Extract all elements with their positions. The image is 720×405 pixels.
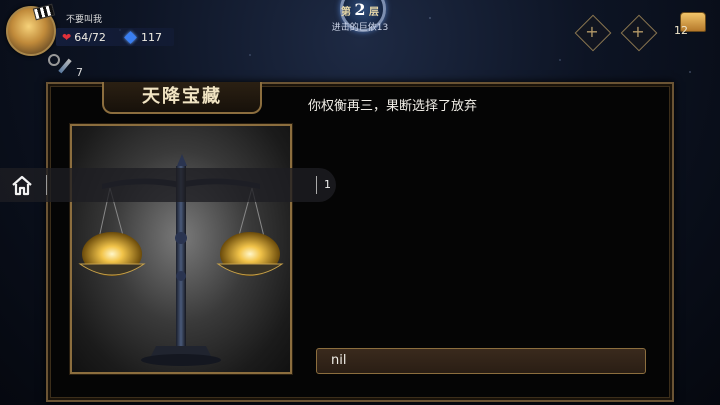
gear-icon[interactable] — [48, 54, 60, 66]
hp-stat: ❤ 64/72 — [62, 31, 106, 44]
mana-value: 117 — [141, 31, 162, 44]
treasure-button[interactable]: 12 — [668, 8, 718, 44]
event-title-plate: 天降宝藏 — [102, 82, 262, 114]
home-icon[interactable] — [10, 174, 34, 198]
floor-subtitle: 进击的巨依13 — [331, 23, 389, 33]
result-text: nil — [331, 353, 347, 368]
floor-number: 第 2 层 — [320, 0, 400, 19]
event-narration: 你权衡再三，果断选择了放弃 — [308, 99, 478, 114]
plus-icon: + — [631, 22, 645, 41]
player-name: 不要叫我 — [66, 15, 103, 25]
heart-icon: ❤ — [62, 31, 72, 44]
floor-suffix: 层 — [369, 7, 380, 18]
mana-crystal-icon — [124, 31, 137, 44]
floor-emblem: 第 2 层 进击的巨依13 — [320, 0, 400, 40]
result-bar[interactable]: nil — [316, 348, 646, 374]
player-header: 不要叫我 ❤ 64/72 117 — [0, 0, 180, 60]
floor-value: 2 — [354, 0, 366, 19]
text-cursor — [46, 175, 47, 195]
tab-count[interactable]: 1 — [324, 178, 331, 191]
event-illustration — [70, 124, 292, 374]
hp-value: 64/72 — [74, 31, 106, 44]
item-count: 7 — [76, 66, 83, 79]
balance-scale-icon — [78, 154, 284, 366]
mana-stat: 117 — [124, 31, 162, 44]
event-title: 天降宝藏 — [142, 86, 222, 107]
plus-icon: + — [585, 22, 599, 41]
chest-count: 12 — [674, 24, 688, 37]
dagger-icon[interactable] — [58, 58, 72, 74]
address-bar[interactable] — [0, 168, 336, 202]
tab-divider — [316, 176, 317, 194]
floor-prefix: 第 — [340, 7, 351, 18]
